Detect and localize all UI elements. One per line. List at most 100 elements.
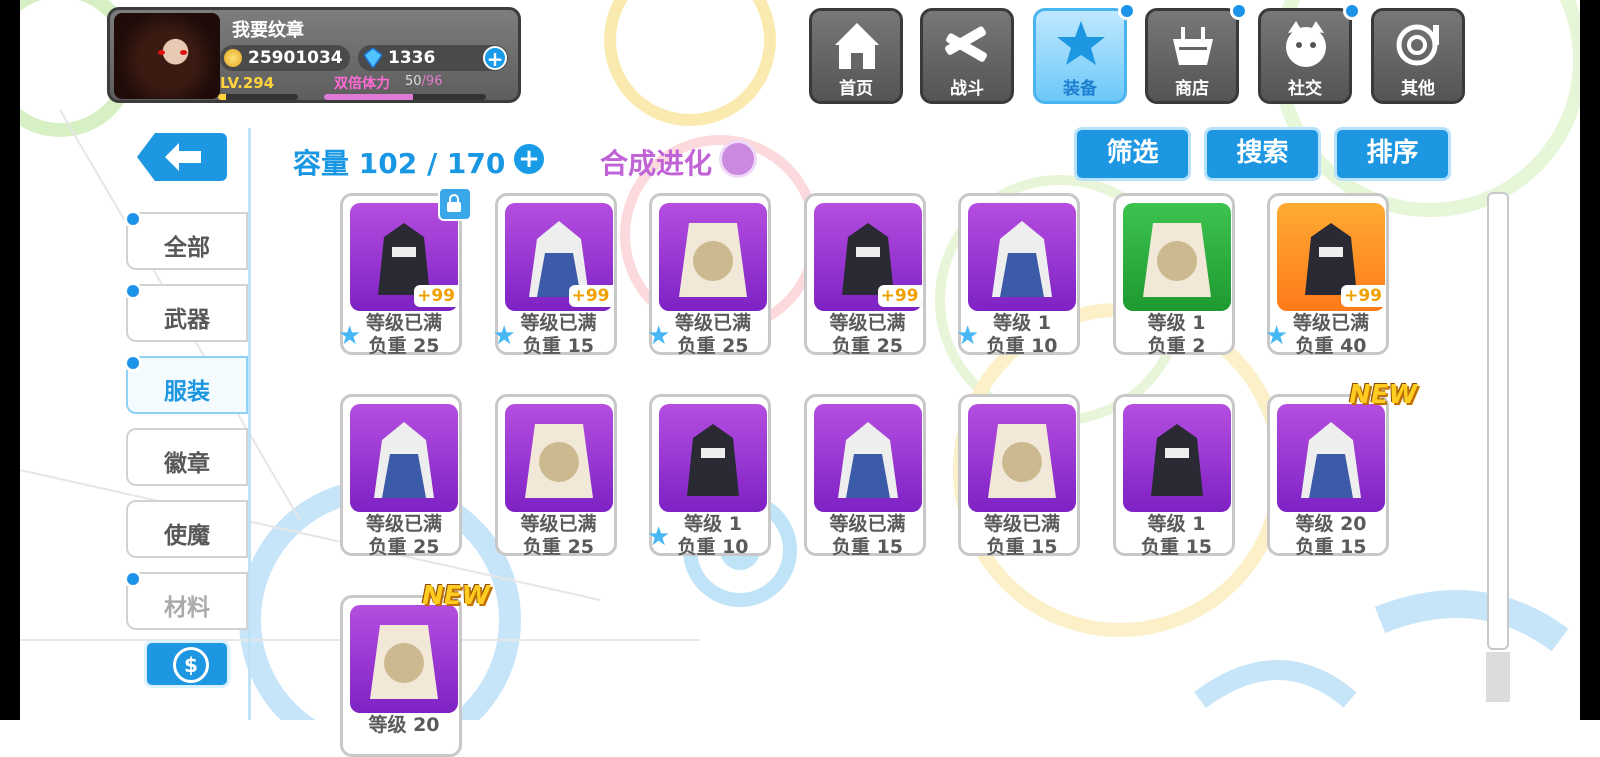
costume-item[interactable]: 等级已满 负重 25 (340, 394, 462, 558)
costume-item[interactable]: 等级已满 负重 25 (494, 394, 617, 558)
costume-thumbnail (659, 404, 767, 512)
nav-label: 首页 (839, 79, 873, 99)
costume-card[interactable]: 等级 20 负重 15 (1267, 394, 1389, 558)
costume-item[interactable]: +99 等级已满 负重 25 (803, 193, 926, 357)
costume-level: 等级 1 (1147, 312, 1206, 334)
star-icon: ★ (492, 321, 516, 351)
right-letterbox (1580, 0, 1600, 720)
expand-capacity-button[interactable]: + (512, 142, 546, 176)
gem-value: 1336 (388, 48, 436, 68)
costume-weight: 负重 2 (1147, 335, 1206, 357)
back-arrow-icon (165, 143, 201, 171)
star-icon: ★ (647, 522, 671, 552)
experience-fill (218, 94, 226, 100)
costume-thumbnail (504, 404, 613, 512)
costume-thumbnail: +99 (504, 203, 613, 311)
costume-item[interactable]: 等级 1 负重 15 (1112, 394, 1235, 558)
costume-card[interactable]: 等级已满 负重 25 (340, 394, 462, 558)
costume-thumbnail (350, 605, 458, 713)
enhance-level-badge: +99 (1341, 285, 1385, 307)
search-button[interactable]: 搜索 (1204, 127, 1321, 181)
diamond-icon (364, 48, 382, 68)
star-gun-icon (1057, 21, 1105, 65)
sort-button[interactable]: 排序 (1334, 127, 1451, 181)
costume-item[interactable]: +99 等级已满 负重 15 ★ (492, 193, 617, 357)
costume-item[interactable]: 等级已满 负重 25 ★ (647, 193, 771, 357)
category-all[interactable]: 全部 (124, 210, 248, 270)
enhance-level-badge: +99 (877, 285, 922, 307)
costume-item[interactable]: 等级 20 负重 15 NEW (1267, 380, 1417, 558)
currency-shop-button[interactable]: $ (144, 640, 230, 688)
costume-item[interactable]: 等级 20 NEW (340, 581, 490, 757)
player-name: 我要纹章 (232, 20, 304, 41)
enhance-level-badge: +99 (414, 285, 458, 307)
new-badge: NEW (422, 581, 491, 611)
dollar-icon: $ (173, 647, 209, 683)
costume-thumbnail: +99 (1277, 203, 1385, 311)
player-avatar[interactable] (114, 13, 220, 99)
costume-level: 等级 1 (1147, 513, 1206, 535)
filter-button[interactable]: 筛选 (1074, 127, 1191, 181)
costume-card[interactable]: +99 等级已满 负重 25 (803, 193, 926, 357)
synthesis-evolve-link[interactable]: 合成进化 (600, 142, 712, 182)
left-letterbox (0, 0, 20, 720)
costume-thumbnail (968, 203, 1076, 311)
nav-label: 战斗 (950, 79, 984, 99)
costume-card[interactable]: 等级已满 负重 15 (803, 394, 926, 558)
costume-weight: 负重 25 (522, 536, 595, 558)
costume-item[interactable]: 等级已满 负重 15 (803, 394, 926, 558)
nav-other-button[interactable]: 其他 (1371, 8, 1465, 104)
nav-home-button[interactable]: 首页 (809, 8, 903, 104)
nav-battle-button[interactable]: 战斗 (920, 8, 1014, 104)
costume-weight: 负重 15 (1295, 536, 1367, 558)
costume-card[interactable]: 等级 1 负重 15 (1112, 394, 1235, 558)
synthesis-swirl-icon[interactable] (719, 140, 757, 178)
nav-label: 其他 (1401, 79, 1435, 99)
costume-item[interactable]: +99 等级已满 负重 40 ★ (1265, 193, 1389, 357)
house-icon (835, 23, 879, 69)
costume-thumbnail (1122, 404, 1231, 512)
stamina-readout: 50/96 (405, 74, 442, 89)
costume-thumbnail: +99 (813, 203, 922, 311)
costume-item[interactable]: 等级 1 负重 10 ★ (956, 193, 1080, 357)
gold-counter: 25901034 (220, 45, 350, 71)
costume-level: 等级已满 (983, 513, 1060, 535)
costume-level: 等级已满 (520, 513, 597, 535)
category-materials[interactable]: 材料 (124, 570, 248, 630)
player-profile-panel[interactable]: 我要纹章 25901034 1336 + LV.294 双倍体力 50/96 (107, 7, 521, 103)
costume-level: 等级已满 (365, 513, 442, 535)
nav-label: 社交 (1288, 79, 1322, 99)
notification-dot (1230, 2, 1248, 20)
stamina-max: /96 (421, 74, 443, 89)
nav-shop-button[interactable]: 商店 (1145, 8, 1239, 104)
star-icon: ★ (956, 321, 980, 351)
category-badges[interactable]: 徽章 (126, 428, 248, 486)
nav-social-button[interactable]: 社交 (1258, 8, 1352, 104)
costume-weight: 负重 15 (986, 536, 1058, 558)
costume-item[interactable]: 等级已满 负重 15 (958, 394, 1080, 558)
nav-equipment-button[interactable]: 装备 (1033, 8, 1127, 104)
lock-icon[interactable] (438, 187, 472, 221)
costume-card[interactable]: 等级 20 (340, 595, 462, 757)
nav-label: 商店 (1175, 79, 1209, 99)
mascot-face-icon (1286, 21, 1326, 67)
costume-card[interactable]: 等级 1 负重 2 (1112, 193, 1235, 357)
costume-card[interactable]: 等级已满 负重 15 (958, 394, 1080, 558)
costume-card[interactable]: 等级已满 负重 25 (494, 394, 617, 558)
category-familiars[interactable]: 使魔 (126, 500, 248, 558)
nav-label: 装备 (1063, 79, 1097, 99)
category-weapons[interactable]: 武器 (124, 282, 248, 342)
category-costumes[interactable]: 服装 (124, 354, 248, 414)
back-button[interactable] (137, 133, 227, 181)
stamina-bar (324, 94, 486, 100)
notification-dot (1343, 2, 1361, 20)
shopping-basket-icon (1173, 27, 1213, 65)
add-gems-button[interactable]: + (483, 46, 507, 70)
inventory-scrollbar[interactable] (1487, 192, 1509, 650)
costume-level: 等级 20 (1295, 513, 1367, 535)
notification-dot (124, 210, 142, 228)
category-label: 全部 (164, 235, 210, 261)
costume-item[interactable]: 等级 1 负重 10 ★ (647, 394, 771, 558)
costume-item[interactable]: 等级 1 负重 2 (1112, 193, 1235, 357)
double-stamina-label: 双倍体力 (334, 76, 390, 92)
